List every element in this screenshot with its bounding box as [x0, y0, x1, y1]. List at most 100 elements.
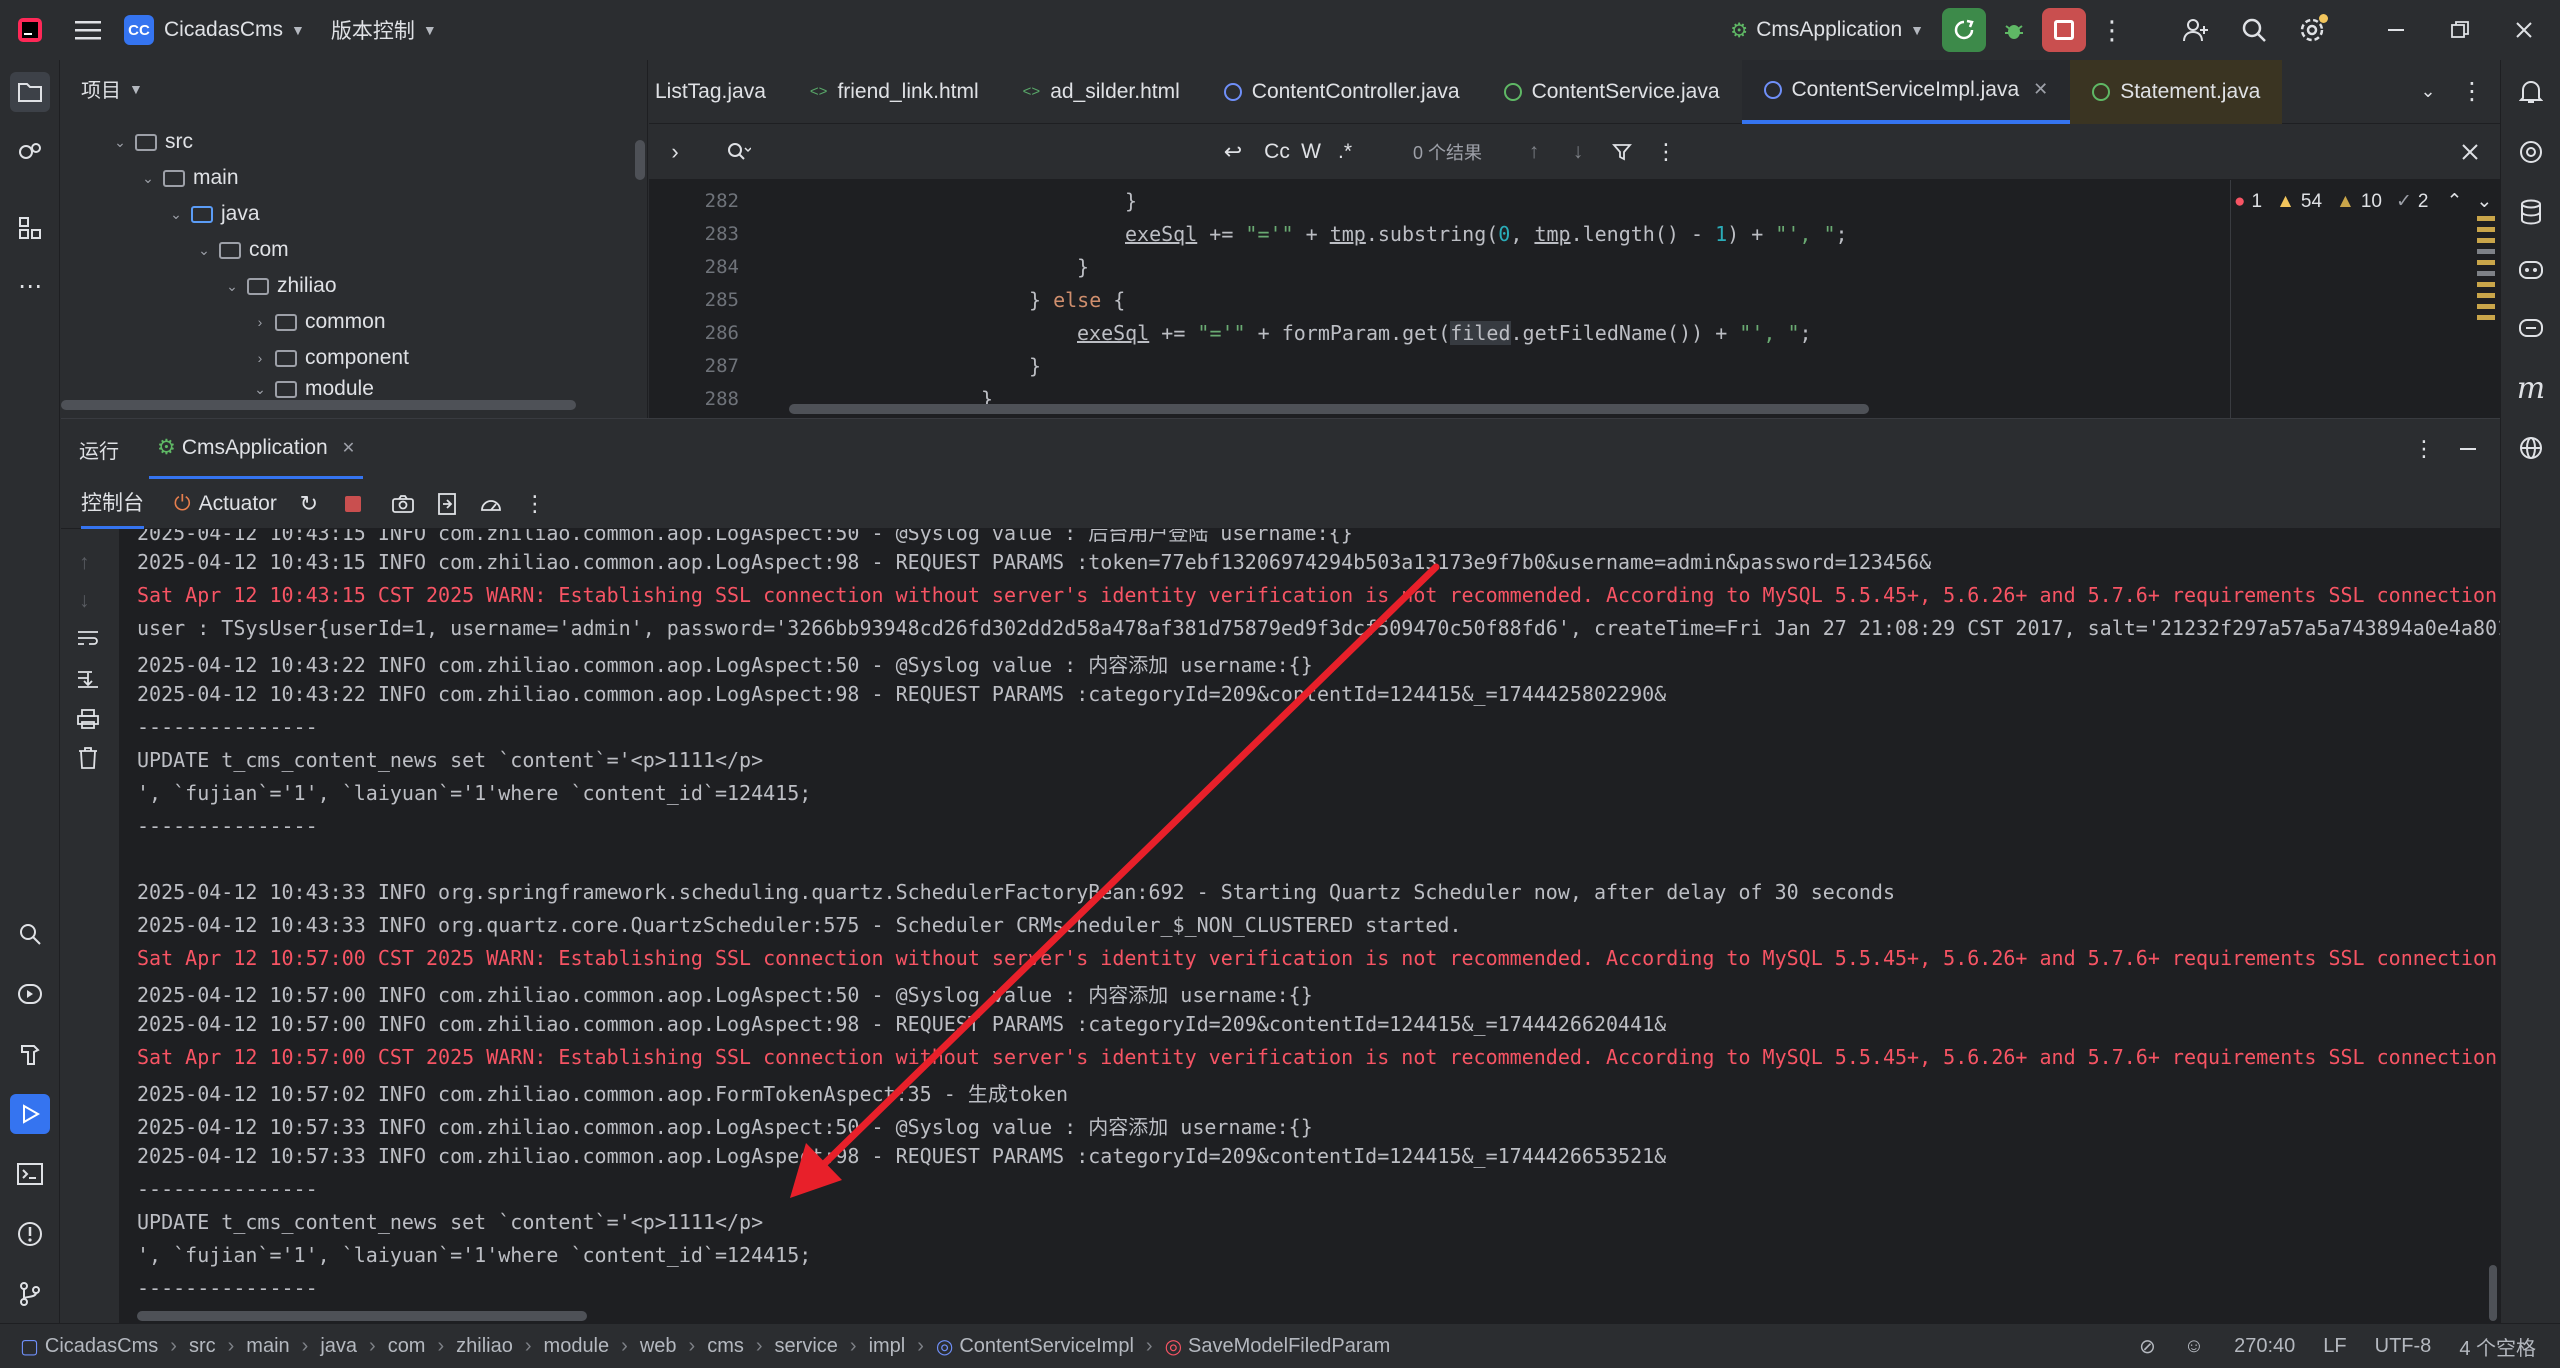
- breadcrumb-item[interactable]: cms: [707, 1335, 744, 1358]
- horizontal-scrollbar[interactable]: [789, 404, 1869, 414]
- find-more-icon[interactable]: ⋮: [1644, 130, 1688, 174]
- tab-content-service[interactable]: ContentService.java: [1482, 60, 1742, 124]
- breadcrumb-item[interactable]: impl: [869, 1335, 906, 1358]
- more-tools-icon[interactable]: ⋯: [10, 266, 50, 306]
- print-icon[interactable]: [77, 709, 99, 735]
- breadcrumb-item[interactable]: module: [544, 1335, 610, 1358]
- services-icon[interactable]: [10, 974, 50, 1014]
- tree-node-main[interactable]: ⌄ main: [137, 160, 238, 196]
- tree-node-zhiliao[interactable]: ⌄ zhiliao: [221, 268, 336, 304]
- ai-assistant-icon[interactable]: [2511, 132, 2551, 172]
- tab-list-chevron-icon[interactable]: ⌄: [2406, 70, 2450, 114]
- inspection-widget[interactable]: ● 1 ▲ 54 ▲ 10 ✓ 2 ⌃ ⌄: [2234, 190, 2492, 213]
- find-tool-icon[interactable]: [10, 914, 50, 954]
- scroll-down-icon[interactable]: ↓: [79, 589, 90, 613]
- breadcrumb-item[interactable]: CicadasCms: [45, 1335, 158, 1358]
- next-occurrence-icon[interactable]: ↓: [1556, 130, 1600, 174]
- copilot-icon[interactable]: [2511, 250, 2551, 290]
- copilot-status-icon[interactable]: ☺: [2184, 1335, 2204, 1358]
- run-tool-icon[interactable]: [10, 1094, 50, 1134]
- stop-icon[interactable]: [331, 482, 375, 526]
- tab-actuator[interactable]: ⏻ Actuator: [174, 492, 277, 516]
- console-output[interactable]: 2025-04-12 10:43:15 INFO com.zhiliao.com…: [119, 529, 2500, 1324]
- editor-more-icon[interactable]: ⋮: [2450, 70, 2494, 114]
- web-endpoints-icon[interactable]: [2511, 428, 2551, 468]
- tab-friend-link[interactable]: <> friend_link.html: [788, 60, 1001, 124]
- console-horizontal-scrollbar[interactable]: [137, 1311, 587, 1321]
- run-config-selector[interactable]: ⚙ CmsApplication ▼: [1730, 0, 1924, 60]
- new-line-icon[interactable]: ↩: [1211, 130, 1255, 174]
- close-tab-icon[interactable]: ✕: [2033, 79, 2048, 100]
- close-window-icon[interactable]: [2502, 8, 2546, 52]
- rerun-button[interactable]: [1942, 0, 1986, 60]
- tree-node-component[interactable]: › component: [249, 340, 409, 376]
- maven-icon[interactable]: m: [2511, 368, 2551, 408]
- tab-listtag[interactable]: ListTag.java: [649, 60, 788, 124]
- breadcrumb-item[interactable]: src: [189, 1335, 216, 1358]
- database-icon[interactable]: [2511, 192, 2551, 232]
- console-vertical-scrollbar[interactable]: [2489, 1265, 2497, 1321]
- minimize-icon[interactable]: [2374, 8, 2418, 52]
- close-tab-icon[interactable]: ✕: [342, 438, 355, 458]
- project-switcher[interactable]: CC CicadasCms ▼: [124, 0, 305, 60]
- horizontal-scrollbar[interactable]: [61, 400, 576, 410]
- error-stripe[interactable]: [2477, 210, 2495, 380]
- close-find-icon[interactable]: [2448, 130, 2492, 174]
- find-input[interactable]: [761, 131, 1181, 172]
- tree-node-module[interactable]: ⌄ module: [249, 376, 374, 402]
- breadcrumb-item[interactable]: java: [320, 1335, 357, 1358]
- rerun-icon[interactable]: ↻: [287, 482, 331, 526]
- regex-toggle[interactable]: .*: [1323, 130, 1367, 174]
- search-icon[interactable]: [2232, 8, 2276, 52]
- indent-setting[interactable]: 4 个空格: [2459, 1332, 2536, 1361]
- filter-icon[interactable]: [1600, 130, 1644, 174]
- tree-node-com[interactable]: ⌄ com: [193, 232, 289, 268]
- tab-console[interactable]: 控制台: [81, 479, 144, 529]
- expand-replace-chevron-icon[interactable]: ›: [653, 130, 697, 174]
- scroll-to-end-icon[interactable]: [77, 669, 99, 695]
- tree-node-java[interactable]: ⌄ java: [165, 196, 259, 232]
- line-separator[interactable]: LF: [2323, 1335, 2346, 1358]
- debug-icon[interactable]: [1992, 8, 2036, 52]
- settings-gear-icon[interactable]: [2290, 8, 2334, 52]
- run-options-icon[interactable]: ⋮: [2402, 427, 2446, 471]
- git-icon[interactable]: [10, 1274, 50, 1314]
- commit-icon[interactable]: [10, 132, 50, 172]
- breadcrumb-item[interactable]: service: [775, 1335, 838, 1358]
- breadcrumb-item[interactable]: zhiliao: [456, 1335, 513, 1358]
- build-hammer-icon[interactable]: [10, 1034, 50, 1074]
- vcs-widget[interactable]: 版本控制 ▼: [331, 0, 437, 60]
- tab-statement[interactable]: Statement.java: [2070, 59, 2283, 124]
- project-view-folder-icon[interactable]: [10, 72, 50, 112]
- no-internet-icon[interactable]: ⊘: [2139, 1334, 2156, 1359]
- console-more-icon[interactable]: ⋮: [513, 482, 557, 526]
- run-tab-cmsapplication[interactable]: ⚙ CmsApplication ✕: [149, 419, 364, 479]
- terminal-icon[interactable]: [10, 1154, 50, 1194]
- tab-content-service-impl[interactable]: ContentServiceImpl.java ✕: [1741, 59, 2071, 124]
- search-history-icon[interactable]: [717, 130, 761, 174]
- problems-icon[interactable]: [10, 1214, 50, 1254]
- breadcrumb-item[interactable]: web: [640, 1335, 677, 1358]
- stop-button[interactable]: [2042, 0, 2086, 60]
- soft-wrap-icon[interactable]: [77, 629, 99, 653]
- camera-icon[interactable]: [381, 482, 425, 526]
- tab-ad-silder[interactable]: <> ad_silder.html: [1001, 60, 1202, 124]
- notifications-bell-icon[interactable]: [2511, 72, 2551, 112]
- clear-all-trash-icon[interactable]: [78, 747, 98, 775]
- tab-content-controller[interactable]: ContentController.java: [1202, 60, 1482, 124]
- breadcrumb-item[interactable]: com: [388, 1335, 426, 1358]
- restore-icon[interactable]: [2438, 8, 2482, 52]
- breadcrumb-item[interactable]: ContentServiceImpl: [959, 1335, 1134, 1358]
- profiler-icon[interactable]: [469, 482, 513, 526]
- previous-occurrence-icon[interactable]: ↑: [1512, 130, 1556, 174]
- copilot-chat-icon[interactable]: [2511, 308, 2551, 348]
- vertical-scrollbar[interactable]: [635, 140, 645, 180]
- dump-threads-icon[interactable]: [425, 482, 469, 526]
- tree-node-src[interactable]: ⌄ src: [109, 124, 193, 160]
- breadcrumb-item[interactable]: main: [246, 1335, 289, 1358]
- tree-node-common[interactable]: › common: [249, 304, 386, 340]
- add-user-icon[interactable]: [2174, 8, 2218, 52]
- scroll-up-icon[interactable]: ↑: [79, 551, 90, 575]
- previous-highlight-icon[interactable]: ⌃: [2446, 190, 2462, 213]
- caret-position[interactable]: 270:40: [2234, 1335, 2295, 1358]
